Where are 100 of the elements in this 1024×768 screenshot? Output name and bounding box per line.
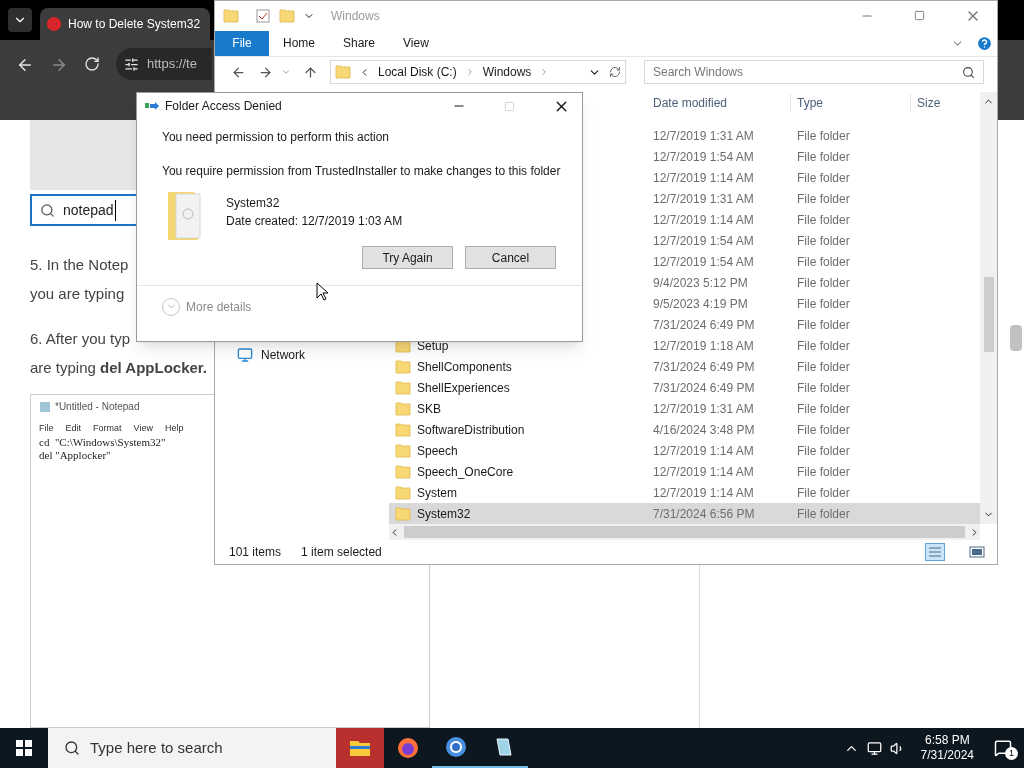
type-cell-text: File folder (796, 232, 851, 250)
back-icon[interactable] (16, 56, 34, 74)
type-cell-text: File folder (796, 148, 851, 166)
reload-icon[interactable] (84, 56, 100, 72)
item-count: 101 items (229, 544, 282, 562)
search-icon (64, 740, 80, 756)
details-view-icon[interactable] (925, 543, 945, 562)
site-settings-icon[interactable] (124, 56, 139, 72)
address-bar[interactable]: Local Disk (C:) Windows (330, 60, 626, 85)
notification-count: 1 (1005, 747, 1018, 760)
dialog-button[interactable]: Cancel (465, 246, 556, 269)
clock-time[interactable]: 6:58 PM (924, 733, 970, 748)
folder-icon (395, 484, 411, 501)
file-name: ShellComponents (417, 358, 512, 376)
scrollbar-thumb[interactable] (404, 526, 965, 539)
dialog-detail: You require permission from TrustedInstaller to make changes to this folder (162, 163, 562, 180)
vertical-scrollbar[interactable] (980, 92, 997, 525)
file-row[interactable]: ShellExperiences 7/31/2024 6:49 PM File folder (389, 377, 980, 399)
forward-icon[interactable] (50, 56, 68, 74)
forward-icon[interactable] (258, 64, 273, 80)
refresh-icon[interactable] (609, 66, 621, 79)
type-cell-text: File folder (796, 358, 851, 376)
help-icon[interactable] (976, 34, 993, 52)
network-icon[interactable] (866, 740, 882, 756)
date-cell-text: 7/31/2024 6:49 PM (652, 316, 756, 334)
column-header[interactable]: Type (791, 94, 911, 113)
horizontal-scrollbar[interactable] (389, 524, 980, 541)
chrome-icon (444, 735, 468, 759)
properties-icon[interactable] (255, 7, 271, 24)
file-name: Setup (417, 337, 449, 355)
file-tab[interactable]: File (215, 30, 269, 56)
file-name: Speech_OneCore (417, 463, 514, 481)
date-cell-text: 12/7/2019 1:54 AM (652, 232, 755, 250)
folder-icon (395, 379, 411, 396)
date-cell-text: 7/31/2024 6:56 PM (652, 505, 756, 523)
browser-tab[interactable]: How to Delete System32 (40, 8, 210, 40)
clock-date[interactable]: 7/31/2024 (920, 748, 974, 763)
type-cell-text: File folder (796, 274, 851, 292)
taskbar-search-field[interactable]: Type here to search (48, 728, 336, 768)
file-row[interactable]: SoftwareDistribution 4/16/2024 3:48 PM File folder (389, 419, 980, 441)
type-cell-text: File folder (796, 337, 851, 355)
date-cell-text: 12/7/2019 1:14 AM (652, 484, 755, 502)
address-bar[interactable]: https://te (116, 48, 212, 80)
date-cell-text: 12/7/2019 1:14 AM (652, 169, 755, 187)
type-cell-text: File folder (796, 253, 851, 271)
folder-name: System32 (226, 195, 281, 212)
date-cell-text: 9/5/2023 4:19 PM (652, 295, 749, 313)
nav-item[interactable]: Network (237, 346, 389, 365)
date-cell-text: 4/16/2024 3:48 PM (652, 421, 756, 439)
type-cell-text: File folder (796, 127, 851, 145)
column-header[interactable]: Date modified (647, 94, 791, 113)
type-cell-text: File folder (796, 316, 851, 334)
selection-count: 1 item selected (301, 544, 382, 562)
folder-icon (395, 400, 411, 417)
ribbon-tab[interactable]: Home (269, 34, 329, 53)
file-row[interactable]: Speech_OneCore 12/7/2019 1:14 AM File folder (389, 461, 980, 483)
scrollbar-thumb[interactable] (983, 277, 994, 353)
file-row[interactable]: Speech 12/7/2019 1:14 AM File folder (389, 440, 980, 462)
large-icons-view-icon[interactable] (969, 545, 985, 560)
folder-icon (395, 463, 411, 480)
maximize-icon (504, 100, 515, 112)
up-icon[interactable] (303, 64, 318, 80)
window-title: Windows (331, 7, 380, 25)
dialog-button[interactable]: Try Again (362, 246, 453, 269)
firefox-icon (396, 736, 420, 760)
date-cell-text: 12/7/2019 1:54 AM (652, 253, 755, 271)
type-cell-text: File folder (796, 442, 851, 460)
more-details-link[interactable]: More details (186, 297, 252, 316)
file-name: SKB (417, 400, 441, 418)
file-row[interactable]: SKB 12/7/2019 1:31 AM File folder (389, 398, 980, 420)
breadcrumb-item[interactable]: Local Disk (C:) (378, 63, 457, 82)
file-name: System (417, 484, 457, 502)
ribbon-tab[interactable]: Share (329, 34, 390, 53)
folder-icon (335, 64, 351, 81)
folder-icon (395, 421, 411, 438)
type-cell-text: File folder (796, 211, 851, 229)
file-row[interactable]: ShellComponents 7/31/2024 6:49 PM File folder (389, 356, 980, 378)
back-icon[interactable] (231, 64, 246, 80)
type-cell-text: File folder (796, 190, 851, 208)
tab-list-button[interactable] (8, 8, 32, 32)
windows-start-icon[interactable] (16, 740, 32, 756)
scrollbar-thumb[interactable] (1010, 325, 1022, 351)
maximize-icon[interactable] (914, 10, 925, 22)
ribbon-tab[interactable]: View (389, 34, 443, 53)
file-row[interactable]: System 12/7/2019 1:14 AM File folder (389, 482, 980, 504)
file-row[interactable]: Setup 12/7/2019 1:18 AM File folder (389, 335, 980, 357)
notepad-text-line: cd "C:\Windows\System32" (39, 435, 166, 449)
file-row[interactable]: System32 7/31/2024 6:56 PM File folder (389, 503, 980, 525)
file-name: System32 (417, 505, 471, 523)
date-cell-text: 7/31/2024 6:49 PM (652, 379, 756, 397)
notifications-icon[interactable] (994, 739, 1012, 757)
folder-icon (223, 7, 239, 24)
new-folder-icon (279, 7, 295, 24)
type-cell-text: File folder (796, 169, 851, 187)
breadcrumb-item[interactable]: Windows (482, 63, 532, 82)
favicon-icon (46, 16, 62, 32)
search-field[interactable]: Search Windows (644, 60, 984, 85)
column-header[interactable]: Size (911, 94, 971, 113)
date-cell-text: 12/7/2019 1:18 AM (652, 337, 755, 355)
type-cell-text: File folder (796, 400, 851, 418)
